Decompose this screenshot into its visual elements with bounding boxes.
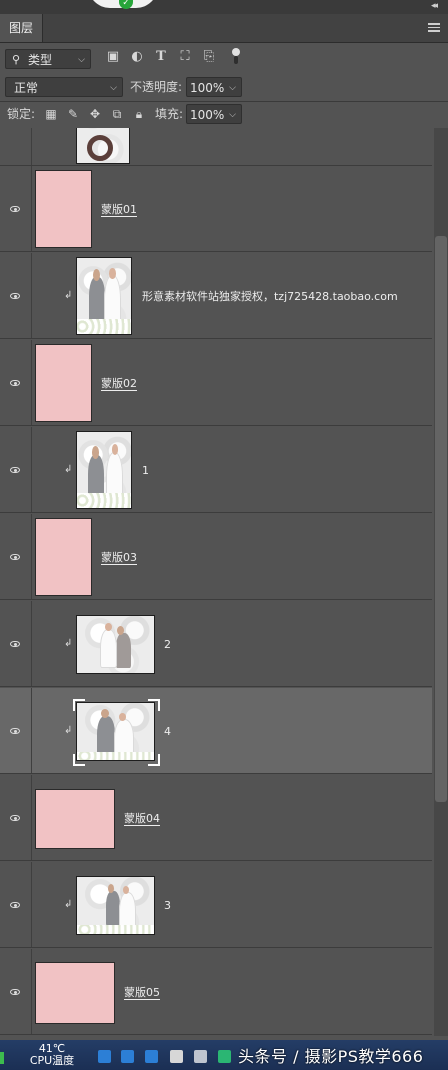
filter-pixel-icon[interactable]: ▣	[106, 50, 120, 64]
panel-header: 图层	[0, 14, 448, 43]
layer-name[interactable]: 蒙版04	[124, 812, 160, 826]
scrollbar-thumb[interactable]	[435, 236, 447, 802]
layers-scrollbar[interactable]	[434, 128, 448, 1036]
filter-smart-object-icon[interactable]: ⎘	[202, 50, 216, 64]
layer-name[interactable]: 3	[164, 899, 171, 913]
tray-printer-icon[interactable]	[194, 1050, 207, 1063]
tray-media-icon[interactable]	[218, 1050, 231, 1063]
layer-row[interactable]: ↲ 1	[0, 427, 432, 513]
filter-kind-select[interactable]: ⚲ 类型 ⌵	[5, 49, 91, 69]
layer-row-selected[interactable]: ↲ 4	[0, 688, 432, 774]
clipping-arrow-icon: ↲	[64, 899, 73, 910]
filter-adjustment-icon[interactable]: ◐	[130, 50, 144, 64]
layer-thumbnail	[35, 962, 115, 1024]
lock-image-icon[interactable]: ✎	[66, 107, 80, 121]
selection-corner	[73, 754, 85, 766]
visibility-eye-icon[interactable]	[5, 985, 27, 1001]
cpu-temperature: 41℃ CPU温度	[24, 1043, 80, 1067]
layer-thumbnail	[76, 876, 155, 935]
panel-menu-icon[interactable]	[428, 21, 440, 35]
chevron-down-icon: ⌵	[229, 110, 236, 120]
blend-mode-value: 正常	[14, 81, 39, 95]
search-icon: ⚲	[12, 53, 21, 66]
layer-row[interactable]: ↲ 形意素材软件站独家授权，tzj725428.taobao.com	[0, 253, 432, 339]
layer-thumbnail	[76, 128, 130, 164]
layer-name[interactable]: 蒙版02	[101, 377, 137, 391]
layer-row[interactable]: ↲ 2	[0, 601, 432, 687]
layer-name[interactable]: 2	[164, 638, 171, 652]
layer-row[interactable]: 蒙版04	[0, 775, 432, 861]
tray-network-icon[interactable]	[170, 1050, 183, 1063]
lock-artboard-icon[interactable]: ⧉	[110, 107, 124, 121]
visibility-eye-icon[interactable]	[5, 637, 27, 653]
visibility-eye-icon[interactable]	[5, 724, 27, 740]
layer-name[interactable]: 1	[142, 464, 149, 478]
chevron-down-icon: ⌵	[229, 83, 236, 93]
layer-name[interactable]: 蒙版05	[124, 986, 160, 1000]
layer-thumbnail	[76, 702, 155, 761]
selection-corner	[148, 754, 160, 766]
layer-name[interactable]: 4	[164, 725, 171, 739]
lock-position-icon[interactable]: ✥	[88, 107, 102, 121]
visibility-eye-icon[interactable]	[5, 202, 27, 218]
filter-type-icon[interactable]: T	[154, 50, 168, 64]
fill-field[interactable]: 100% ⌵	[186, 104, 242, 124]
visibility-eye-icon[interactable]	[5, 289, 27, 305]
filter-shape-icon[interactable]: ⛶	[178, 50, 192, 64]
filter-kind-label: 类型	[28, 53, 53, 67]
fill-label: 填充:	[155, 107, 184, 121]
layer-row[interactable]	[0, 128, 432, 166]
cpu-temperature-label: CPU温度	[29, 1054, 75, 1067]
layer-name[interactable]: 蒙版03	[101, 551, 137, 565]
tray-app-icon[interactable]	[121, 1050, 134, 1063]
taskbar: 41℃ CPU温度 头条号 / 摄影PS教学666	[0, 1040, 448, 1070]
visibility-eye-icon[interactable]	[5, 550, 27, 566]
clipping-arrow-icon: ↲	[64, 290, 73, 301]
clipping-arrow-icon: ↲	[64, 464, 73, 475]
visibility-eye-icon[interactable]	[5, 463, 27, 479]
clipping-arrow-icon: ↲	[64, 725, 73, 736]
tab-layers[interactable]: 图层	[0, 14, 43, 42]
divider	[0, 101, 448, 102]
lock-all-icon[interactable]: 🔒︎	[132, 107, 146, 121]
opacity-value: 100%	[190, 81, 225, 95]
watermark-text: 头条号 / 摄影PS教学666	[238, 1047, 424, 1066]
lock-label: 锁定:	[7, 107, 36, 121]
tray-app-icon[interactable]	[98, 1050, 111, 1063]
visibility-eye-icon[interactable]	[5, 898, 27, 914]
layer-name[interactable]: 蒙版01	[101, 203, 137, 217]
opacity-field[interactable]: 100% ⌵	[186, 77, 242, 97]
layer-thumbnail	[35, 518, 92, 596]
tray-app-icon[interactable]	[145, 1050, 158, 1063]
blend-mode-select[interactable]: 正常 ⌵	[5, 77, 123, 97]
layer-thumbnail	[76, 431, 132, 509]
layer-name[interactable]: 形意素材软件站独家授权，tzj725428.taobao.com	[142, 290, 398, 304]
layer-thumbnail	[35, 789, 115, 849]
layer-thumbnail	[76, 615, 155, 674]
layer-row[interactable]: ↲ 3	[0, 862, 432, 948]
layer-row[interactable]: 蒙版02	[0, 340, 432, 426]
chevron-down-icon: ⌵	[110, 83, 117, 93]
opacity-label: 不透明度:	[130, 80, 183, 94]
visibility-eye-icon[interactable]	[5, 376, 27, 392]
chevron-down-icon: ⌵	[78, 55, 85, 65]
selection-corner	[73, 699, 85, 711]
clipping-arrow-icon: ↲	[64, 638, 73, 649]
layer-thumbnail	[35, 344, 92, 422]
layer-row[interactable]: 蒙版01	[0, 166, 432, 252]
filter-toggle[interactable]	[231, 48, 241, 66]
selection-corner	[148, 699, 160, 711]
layer-thumbnail	[35, 170, 92, 248]
layer-thumbnail	[76, 257, 132, 335]
layer-row[interactable]: 蒙版05	[0, 949, 432, 1035]
tray-edge-icon	[0, 1052, 4, 1064]
window-top-strip: ✓ ◂◂	[0, 0, 448, 14]
layers-list: 蒙版01 ↲ 形意素材软件站独家授权，tzj725428.taobao.com …	[0, 128, 432, 1036]
layer-row[interactable]: 蒙版03	[0, 514, 432, 600]
visibility-eye-icon[interactable]	[5, 811, 27, 827]
fill-value: 100%	[190, 108, 225, 122]
lock-transparent-icon[interactable]: ▦	[44, 107, 58, 121]
collapse-panel-icon[interactable]: ◂◂	[431, 1, 438, 11]
